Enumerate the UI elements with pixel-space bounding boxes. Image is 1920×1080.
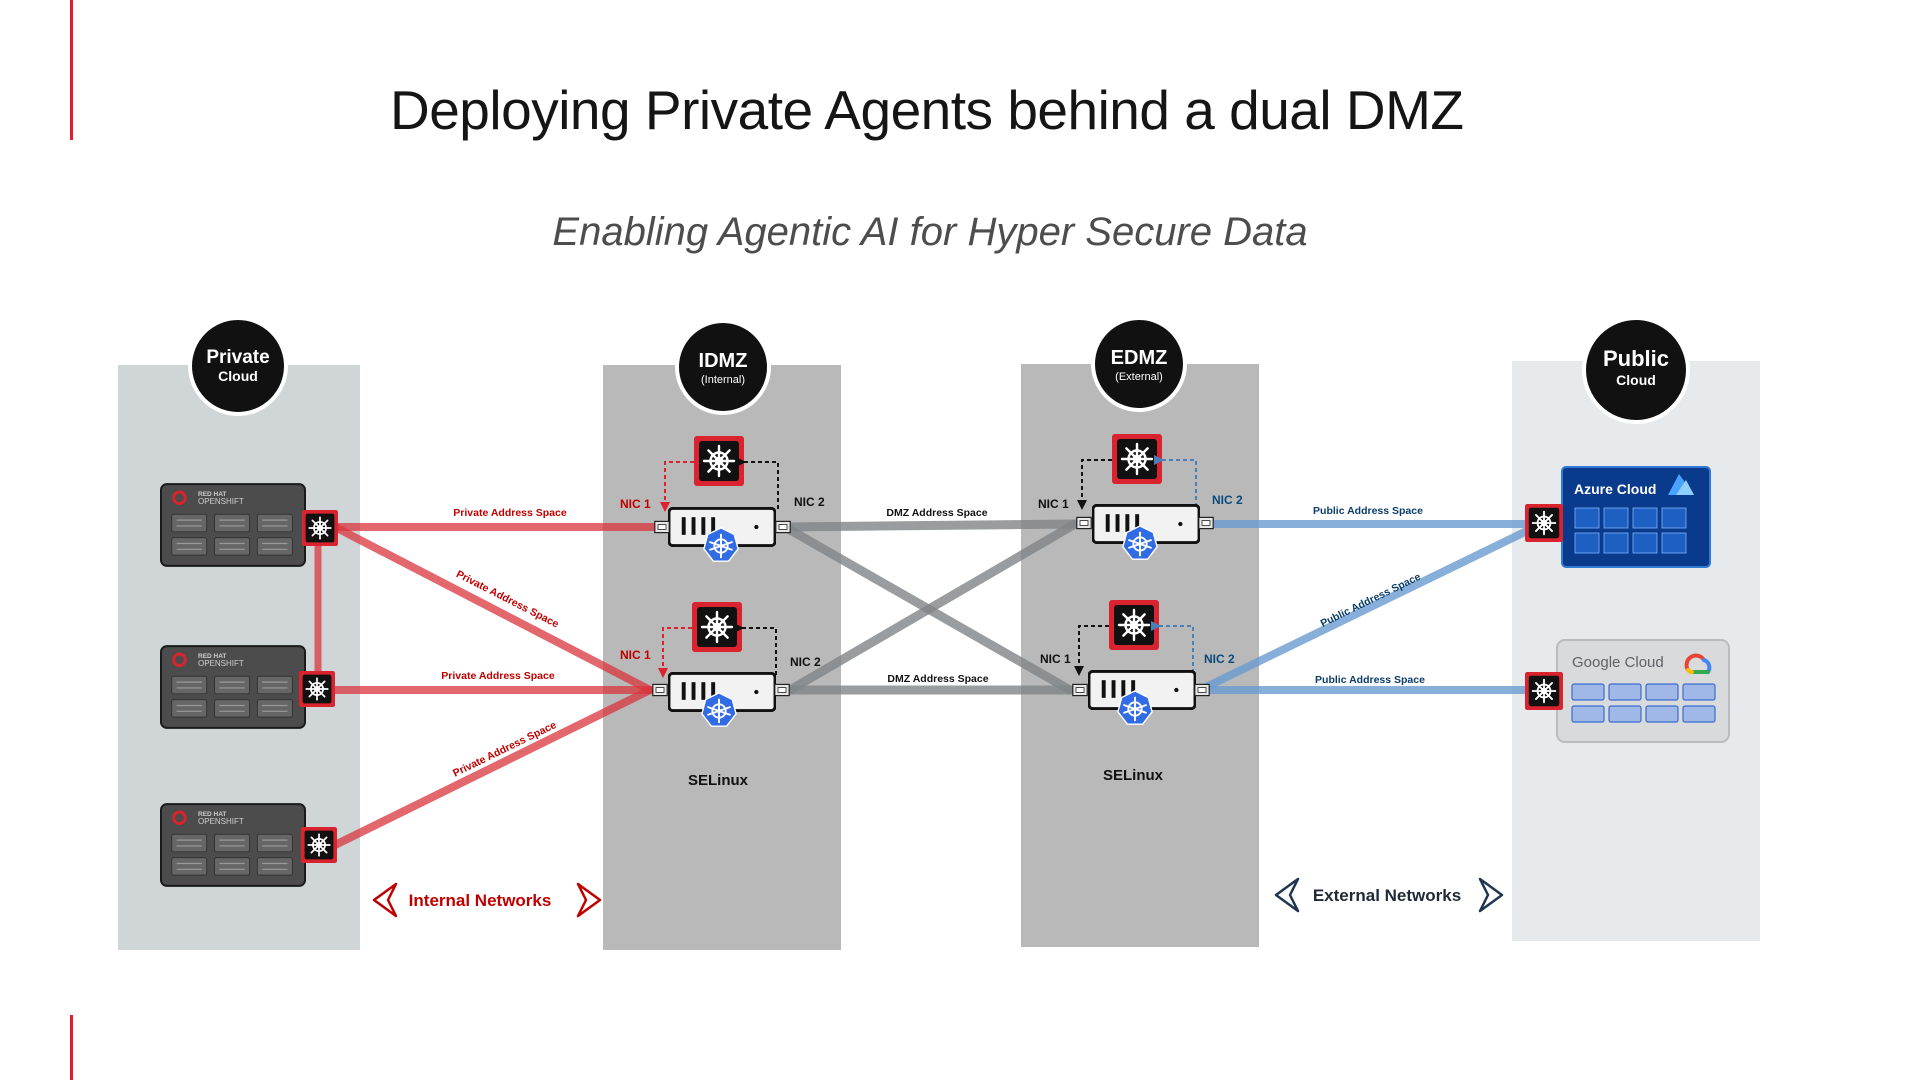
openshift-cluster-3: RED HAT OPENSHIFT (160, 803, 306, 887)
svg-text:(External): (External) (1115, 371, 1163, 383)
svg-text:Internal Networks: Internal Networks (409, 891, 552, 910)
azure-cloud-box: Azure Cloud (1561, 466, 1711, 568)
nic1-port (1072, 683, 1088, 697)
nic1-label: NIC 1 (620, 497, 651, 511)
agent-helm-icon[interactable] (301, 827, 337, 863)
nic1-label: NIC 1 (1038, 497, 1069, 511)
agent-helm-icon[interactable] (694, 436, 744, 486)
nic2-label: NIC 2 (1204, 652, 1235, 666)
agent-helm-icon[interactable] (302, 510, 338, 546)
openshift-cluster-1: RED HAT OPENSHIFT (160, 483, 306, 567)
svg-text:OPENSHIFT: OPENSHIFT (198, 659, 244, 668)
chevron-left-icon (1274, 877, 1300, 913)
public-address-label-top: Public Address Space (1313, 505, 1423, 517)
dmz-address-label-bottom: DMZ Address Space (887, 673, 988, 685)
nic1-port (652, 683, 668, 697)
svg-text:Private: Private (206, 347, 269, 368)
svg-text:Public: Public (1603, 346, 1669, 371)
agent-helm-icon[interactable] (299, 671, 335, 707)
openshift-cluster-2: RED HAT OPENSHIFT (160, 645, 306, 729)
svg-text:External Networks: External Networks (1313, 886, 1461, 905)
dmz-address-label-top: DMZ Address Space (886, 507, 987, 519)
chevron-left-icon (372, 882, 398, 918)
idmz-badge: IDMZ (Internal) (675, 319, 771, 415)
svg-text:Cloud: Cloud (218, 368, 258, 384)
external-networks-label: External Networks (1274, 877, 1504, 913)
private-address-label-middle: Private Address Space (441, 670, 555, 682)
svg-text:Azure Cloud: Azure Cloud (1574, 481, 1656, 497)
svg-text:OPENSHIFT: OPENSHIFT (198, 817, 244, 826)
svg-text:EDMZ: EDMZ (1111, 347, 1168, 369)
private-address-label-bottom: Private Address Space (451, 719, 558, 780)
internal-networks-label: Internal Networks (372, 882, 602, 918)
svg-text:IDMZ: IDMZ (699, 350, 748, 372)
public-cloud-badge: Public Cloud (1582, 316, 1690, 424)
chevron-right-icon (1478, 877, 1504, 913)
svg-text:Cloud: Cloud (1616, 372, 1656, 388)
nic2-port (775, 520, 791, 534)
nic2-label: NIC 2 (794, 495, 825, 509)
public-address-label-diagonal: Public Address Space (1319, 571, 1423, 630)
nic1-label: NIC 1 (1040, 652, 1071, 666)
nic2-label: NIC 2 (790, 655, 821, 669)
idmz-selinux-label: SELinux (688, 772, 749, 789)
edmz-badge: EDMZ (External) (1091, 316, 1187, 412)
agent-helm-icon[interactable] (1525, 672, 1563, 710)
agent-helm-icon[interactable] (1525, 504, 1563, 542)
private-address-label-top: Private Address Space (453, 507, 567, 519)
dmz-link-top (780, 519, 1080, 532)
nic1-label: NIC 1 (620, 648, 651, 662)
nic1-port (1076, 516, 1092, 530)
chevron-right-icon (576, 882, 602, 918)
private-link-diagonal (331, 523, 654, 694)
agent-helm-icon[interactable] (692, 602, 742, 652)
svg-text:OPENSHIFT: OPENSHIFT (198, 497, 244, 506)
nic2-port (1198, 516, 1214, 530)
nic1-port (654, 520, 670, 534)
google-cloud-box: Google Cloud (1556, 639, 1730, 743)
svg-text:Google Cloud: Google Cloud (1572, 654, 1664, 671)
agent-helm-icon[interactable] (1112, 434, 1162, 484)
edmz-selinux-label: SELinux (1103, 767, 1164, 784)
nic2-port (774, 683, 790, 697)
agent-helm-icon[interactable] (1109, 600, 1159, 650)
private-cloud-badge: Private Cloud (188, 316, 288, 416)
public-address-label-bottom: Public Address Space (1315, 674, 1425, 686)
svg-text:(Internal): (Internal) (701, 374, 745, 386)
nic2-port (1194, 683, 1210, 697)
architecture-diagram: Private Address Space Private Address Sp… (118, 316, 1760, 950)
nic2-label: NIC 2 (1212, 493, 1243, 507)
private-link-bottom (331, 686, 654, 849)
